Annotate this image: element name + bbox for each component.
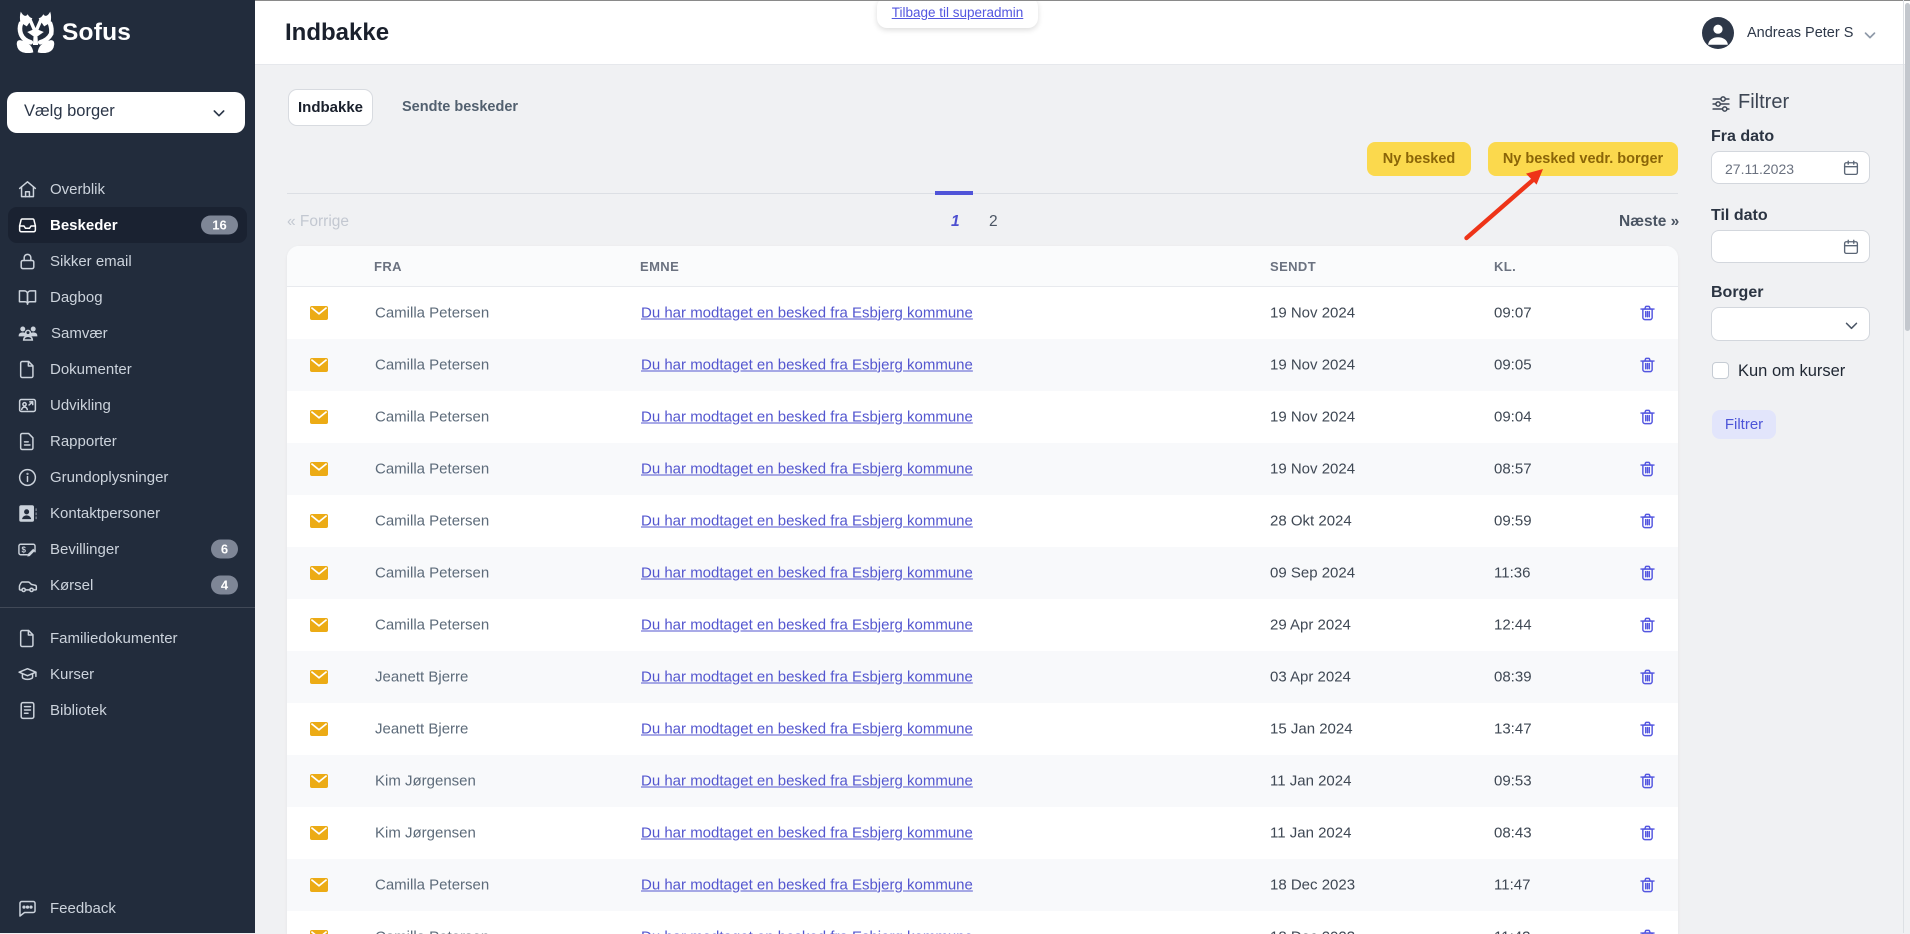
svg-text:$: $ <box>21 545 26 554</box>
